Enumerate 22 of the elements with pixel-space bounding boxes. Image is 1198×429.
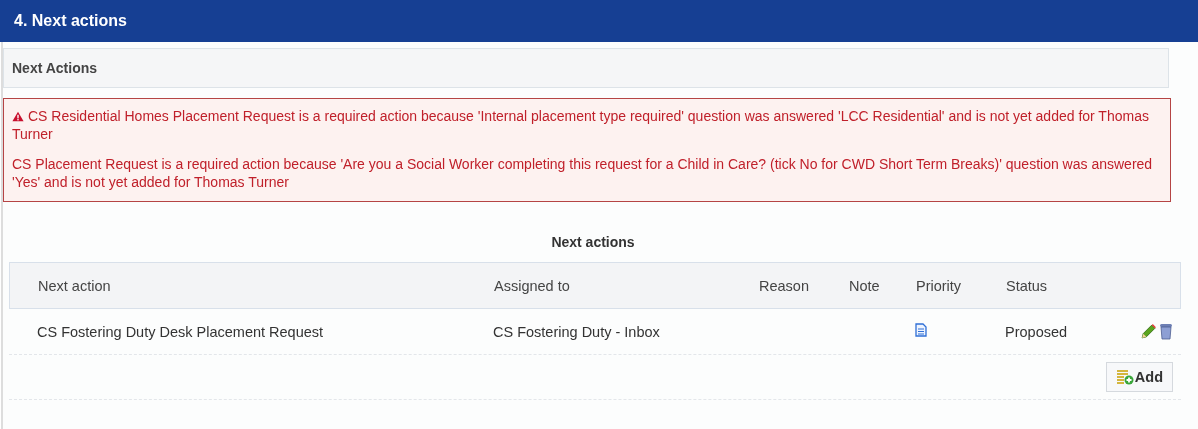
- document-icon: [915, 323, 927, 337]
- table-caption: Next actions: [550, 234, 636, 250]
- column-header: Reason: [759, 277, 810, 294]
- panel-title: Next Actions: [12, 60, 98, 76]
- edit-button[interactable]: [1140, 323, 1157, 340]
- column-header: Status: [1006, 277, 1049, 294]
- table-cell-text: Proposed: [1005, 323, 1069, 340]
- table-cell-text: CS Fostering Duty - Inbox: [493, 323, 661, 340]
- add-list-icon: [1115, 369, 1134, 385]
- alert-message: CS Placement Request is a required action because 'Are you a Social Worker completing this request for a Child in Care? (tick No for CWD Short Term Breaks)' question was answered 'Yes' and is not yet added for Thomas Turner: [12, 155, 1154, 191]
- pencil-icon: [1140, 323, 1157, 340]
- table-cell-text: CS Fostering Duty Desk Placement Request: [36, 323, 325, 340]
- trash-icon: [1159, 323, 1173, 340]
- section-title: 4. Next actions: [14, 12, 127, 30]
- column-header: Assigned to: [494, 277, 571, 294]
- warning-icon: [12, 111, 24, 122]
- column-header: Next action: [37, 277, 112, 294]
- add-button[interactable]: Add: [1105, 362, 1173, 392]
- alert-message: CS Residential Homes Placement Request is a required action because 'Internal placement type required' question was answered 'LCC Residential' and is not yet added for Thomas Turner: [12, 107, 1150, 143]
- column-header: Note: [849, 277, 881, 294]
- delete-button[interactable]: [1159, 323, 1173, 340]
- column-header: Priority: [916, 277, 963, 294]
